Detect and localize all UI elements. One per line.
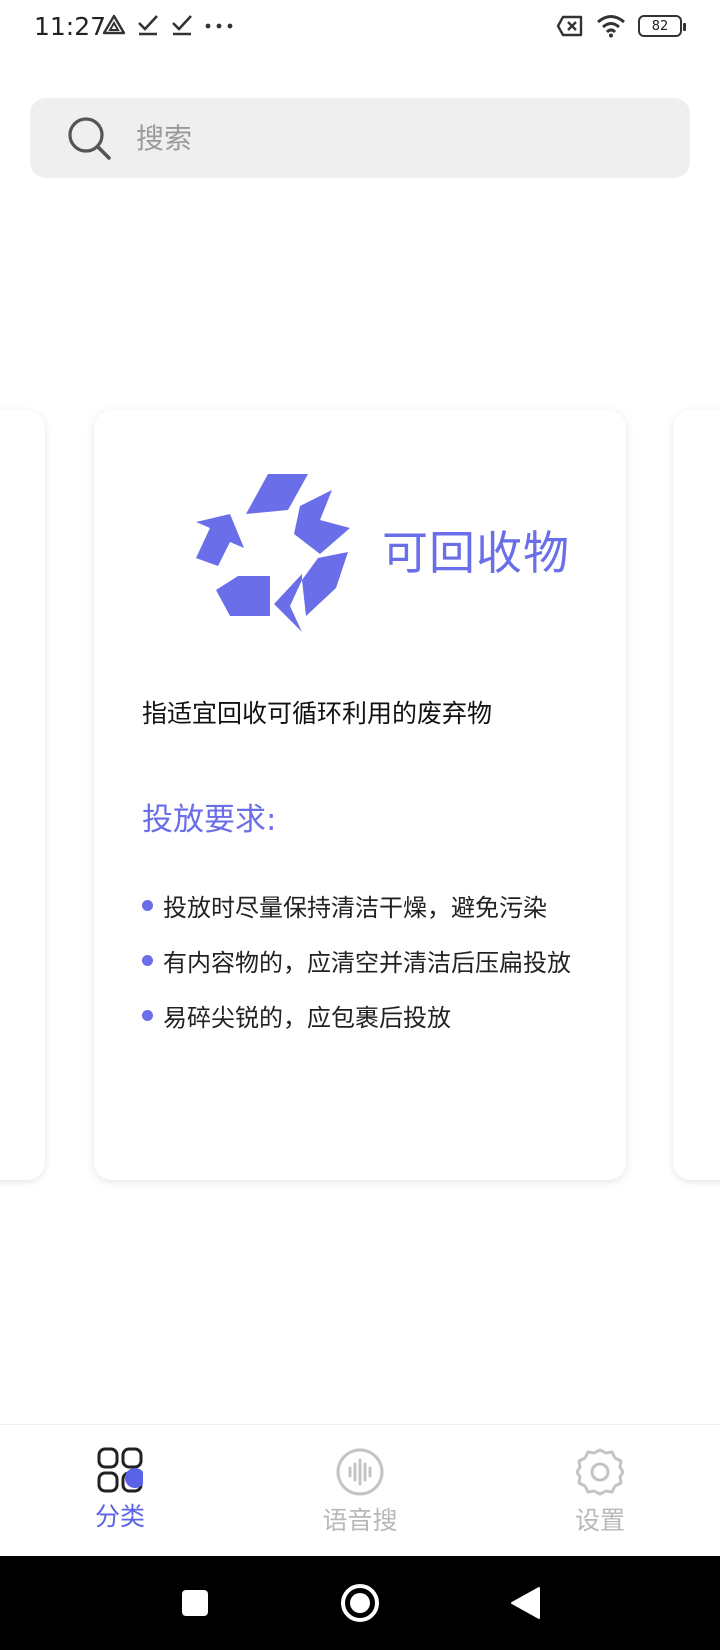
requirements-title: 投放要求:	[142, 802, 277, 838]
home-button[interactable]	[338, 1556, 382, 1650]
search-bar[interactable]	[30, 98, 690, 178]
status-system-icons: 82	[556, 14, 686, 38]
status-bar: 11:27 82	[0, 0, 720, 56]
check-icon	[172, 15, 192, 36]
recycle-icon	[196, 474, 350, 632]
bullet-icon	[142, 900, 153, 911]
battery-indicator: 82	[638, 15, 686, 37]
wifi-icon	[597, 15, 625, 38]
recents-button[interactable]	[170, 1556, 220, 1650]
tab-settings[interactable]: 设置	[540, 1447, 660, 1537]
status-time: 11:27	[34, 12, 107, 41]
status-notification-icons	[102, 14, 234, 36]
list-item: 有内容物的，应清空并清洁后压扁投放	[142, 933, 571, 988]
bullet-icon	[142, 955, 153, 966]
battery-level: 82	[651, 18, 669, 34]
requirements-list: 投放时尽量保持清洁干燥，避免污染 有内容物的，应清空并清洁后压扁投放 易碎尖锐的…	[142, 878, 571, 1043]
voice-icon	[336, 1448, 384, 1496]
app-screen: 11:27 82 搜索 可回收物 指适宜回收可循环利用的废弃物 投放要求: 投放…	[0, 0, 720, 1650]
system-navigation-bar	[0, 1556, 720, 1650]
tab-voice-search-label: 语音搜	[322, 1506, 398, 1535]
drive-icon	[102, 14, 126, 35]
carousel-card-previous[interactable]	[0, 410, 45, 1180]
search-input[interactable]	[136, 121, 616, 155]
tab-voice-search[interactable]: 语音搜	[300, 1447, 420, 1537]
tab-classify[interactable]: 分类	[60, 1447, 180, 1533]
category-card[interactable]: 可回收物 指适宜回收可循环利用的废弃物 投放要求: 投放时尽量保持清洁干燥，避免…	[94, 410, 626, 1180]
back-button[interactable]	[505, 1556, 545, 1650]
category-description: 指适宜回收可循环利用的废弃物	[142, 699, 493, 728]
bottom-navigation: 分类 语音搜 设置	[0, 1424, 720, 1556]
card-header: 可回收物	[190, 466, 570, 634]
requirement-text: 有内容物的，应清空并清洁后压扁投放	[163, 949, 571, 977]
category-title: 可回收物	[382, 526, 570, 580]
bullet-icon	[142, 1010, 153, 1021]
list-item: 易碎尖锐的，应包裹后投放	[142, 988, 571, 1043]
grid-icon	[97, 1447, 143, 1493]
square-icon	[182, 1590, 208, 1616]
triangle-back-icon	[511, 1587, 540, 1619]
more-icon	[205, 23, 233, 29]
tab-settings-label: 设置	[574, 1506, 625, 1535]
requirement-text: 易碎尖锐的，应包裹后投放	[163, 1004, 451, 1032]
search-icon	[68, 117, 111, 160]
carousel-card-next[interactable]	[673, 410, 720, 1180]
no-sim-icon	[556, 15, 583, 37]
requirement-text: 投放时尽量保持清洁干燥，避免污染	[163, 894, 547, 922]
gear-icon	[575, 1448, 625, 1496]
tab-classify-label: 分类	[94, 1502, 145, 1531]
list-item: 投放时尽量保持清洁干燥，避免污染	[142, 878, 571, 933]
circle-icon	[341, 1584, 379, 1622]
check-icon	[138, 15, 158, 36]
